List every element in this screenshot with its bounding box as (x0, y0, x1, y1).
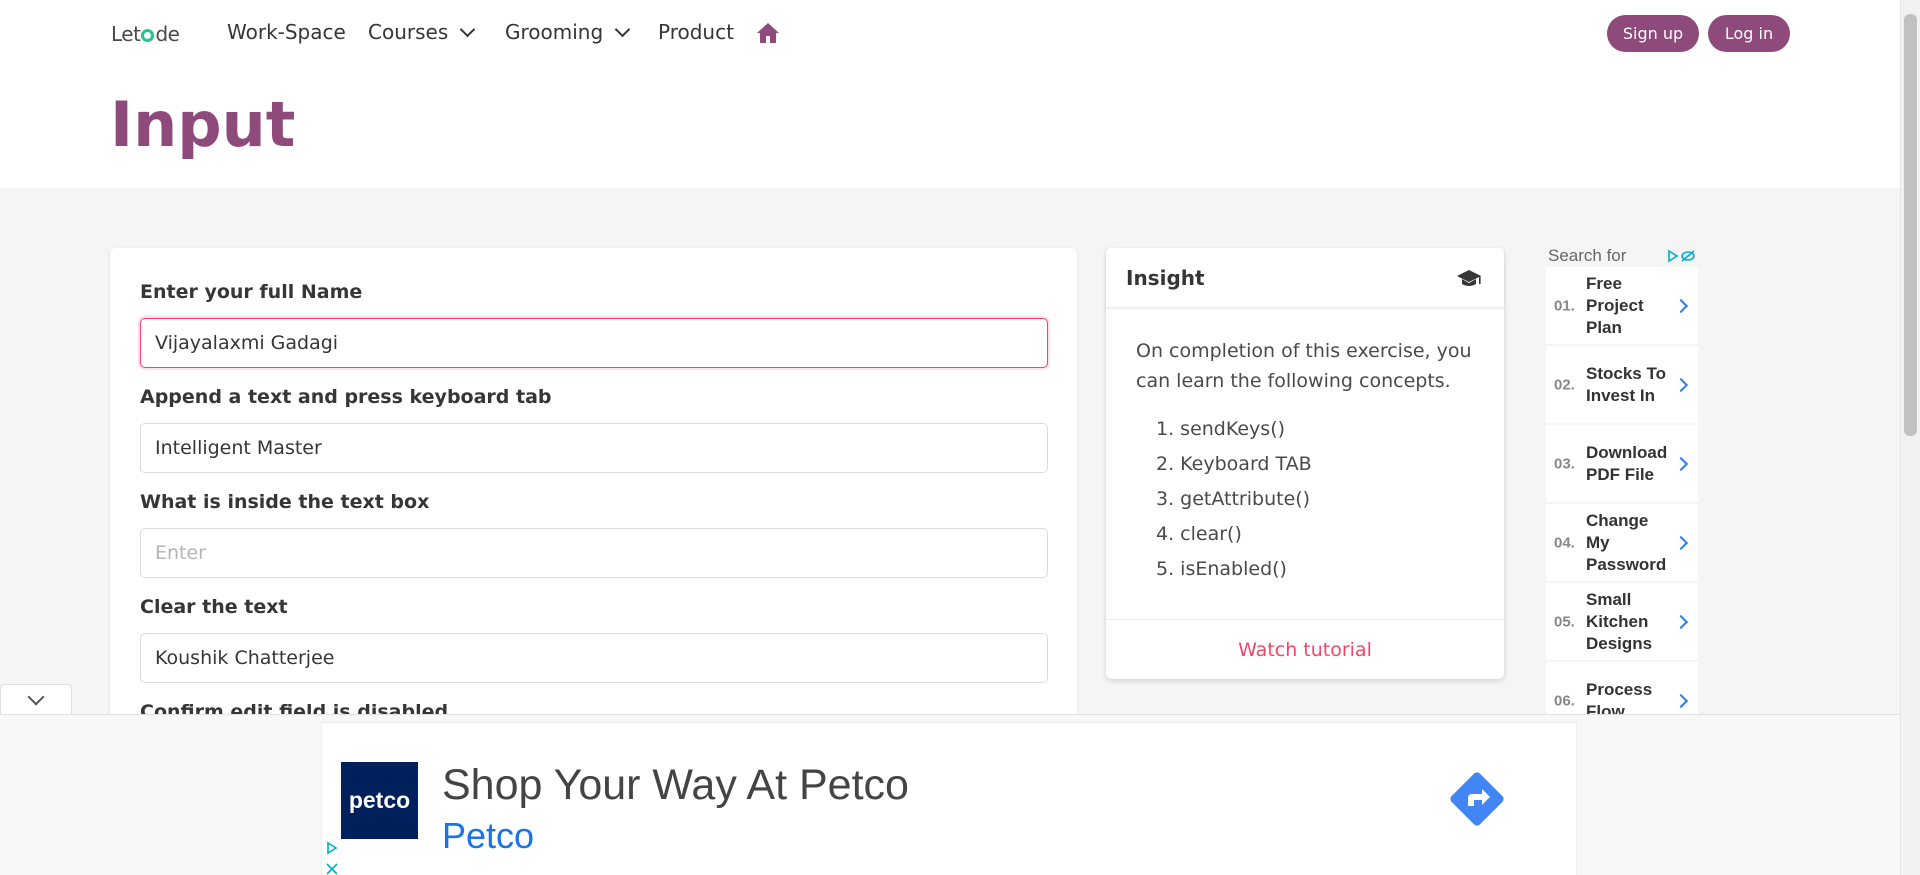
scrollbar-thumb[interactable] (1904, 14, 1917, 436)
chevron-right-icon (1673, 693, 1689, 708)
signup-button[interactable]: Sign up (1607, 15, 1699, 52)
side-ad-item[interactable]: 06. Process Flow (1546, 662, 1698, 720)
insight-footer: Watch tutorial (1106, 619, 1504, 679)
adchoices-icon[interactable] (325, 839, 339, 875)
brand-logo[interactable]: Let de (111, 22, 180, 46)
nav-grooming-dropdown[interactable]: Grooming (505, 20, 631, 44)
page-title: Input (110, 88, 296, 161)
side-ad-item[interactable]: 03. Download PDF File (1546, 425, 1698, 502)
insight-title: Insight (1126, 266, 1205, 290)
nav-product-label: Product (658, 20, 734, 44)
concept-item: 4. clear() (1156, 523, 1242, 545)
side-ad-text: Change My Password (1586, 510, 1667, 574)
input-form-card: Enter your full Name Vijayalaxmi Gadagi … (110, 248, 1077, 738)
side-ad-header-text: Search for (1548, 246, 1627, 265)
concept-item: 1. sendKeys() (1156, 418, 1286, 440)
chevron-right-icon (1673, 456, 1689, 471)
fullname-input[interactable]: Vijayalaxmi Gadagi (140, 318, 1048, 368)
login-button[interactable]: Log in (1708, 15, 1790, 52)
chevron-down-icon (614, 21, 631, 37)
side-ad-item[interactable]: 05. Small Kitchen Designs (1546, 583, 1698, 660)
nav-workspace-label: Work-Space (227, 20, 346, 44)
graduation-cap-icon (1457, 270, 1481, 286)
textbox-input[interactable]: Enter (140, 528, 1048, 578)
clear-label: Clear the text (140, 596, 288, 618)
home-icon[interactable] (756, 22, 780, 44)
clear-input-value: Koushik Chatterjee (155, 647, 335, 669)
fullname-input-value: Vijayalaxmi Gadagi (155, 332, 339, 354)
chevron-down-icon (27, 688, 45, 706)
side-ad-text: Free Project Plan (1586, 273, 1644, 337)
side-ad-number: 04. (1554, 534, 1575, 551)
brand-text-right: de (155, 22, 180, 46)
fullname-label: Enter your full Name (140, 281, 363, 303)
textbox-label: What is inside the text box (140, 491, 430, 513)
insight-header: Insight (1106, 248, 1504, 308)
directions-arrow-icon[interactable] (1446, 768, 1508, 830)
chevron-right-icon (1673, 535, 1689, 550)
nav-grooming-label: Grooming (505, 20, 604, 44)
watch-tutorial-link[interactable]: Watch tutorial (1238, 639, 1372, 661)
chevron-right-icon (1673, 298, 1689, 313)
nav-courses-label: Courses (368, 20, 449, 44)
chevron-right-icon (1673, 614, 1689, 629)
side-ad-item[interactable]: 01. Free Project Plan (1546, 267, 1698, 344)
append-label: Append a text and press keyboard tab (140, 386, 552, 408)
chevron-right-icon (1673, 377, 1689, 392)
page-scrollbar[interactable] (1900, 0, 1920, 875)
ad-brand-name: Petco (442, 815, 535, 856)
side-ad-number: 01. (1554, 297, 1575, 314)
textbox-input-placeholder: Enter (155, 542, 206, 564)
brand-text-left: Let (111, 22, 141, 46)
side-ad-number: 05. (1554, 613, 1575, 630)
brand-logo-o-icon (141, 29, 155, 42)
bottom-ad-bar: petco Shop Your Way At Petco Petco (0, 714, 1900, 875)
petco-logo: petco (341, 762, 418, 839)
append-input-value: Intelligent Master (155, 437, 322, 459)
concept-item: 2. Keyboard TAB (1156, 453, 1312, 475)
concept-item: 5. isEnabled() (1156, 558, 1287, 580)
concept-item: 3. getAttribute() (1156, 488, 1311, 510)
side-ad-text: Stocks To Invest In (1586, 363, 1666, 405)
side-ad-text: Download PDF File (1586, 442, 1668, 484)
side-ad-number: 03. (1554, 455, 1575, 472)
nav-workspace[interactable]: Work-Space (227, 20, 346, 44)
petco-ad-banner[interactable]: petco Shop Your Way At Petco Petco (321, 722, 1577, 875)
ad-headline: Shop Your Way At Petco (442, 761, 909, 809)
insight-intro: On completion of this exercise, you can … (1136, 340, 1472, 392)
concepts-list: 1. sendKeys() 2. Keyboard TAB 3. getAttr… (1156, 418, 1312, 593)
side-ad-item[interactable]: 04. Change My Password (1546, 504, 1698, 581)
nav-product[interactable]: Product (658, 20, 734, 44)
ad-collapse-toggle[interactable] (0, 684, 72, 714)
clear-input[interactable]: Koushik Chatterjee (140, 633, 1048, 683)
side-ad-text: Small Kitchen Designs (1586, 589, 1653, 653)
side-ad-panel: Search for 01. Free Project Plan 02. Sto… (1546, 243, 1698, 720)
side-ad-header: Search for (1546, 243, 1698, 267)
side-ad-number: 06. (1554, 692, 1575, 709)
top-navbar: Let de Work-Space Courses Grooming Produc… (0, 0, 1900, 64)
insight-card: Insight On completion of this exercise, … (1106, 248, 1504, 679)
side-ad-number: 02. (1554, 376, 1575, 393)
side-ad-item[interactable]: 02. Stocks To Invest In (1546, 346, 1698, 423)
nav-courses-dropdown[interactable]: Courses (368, 20, 476, 44)
append-input[interactable]: Intelligent Master (140, 423, 1048, 473)
chevron-down-icon (459, 21, 476, 37)
adchoices-icon[interactable] (1666, 249, 1696, 263)
